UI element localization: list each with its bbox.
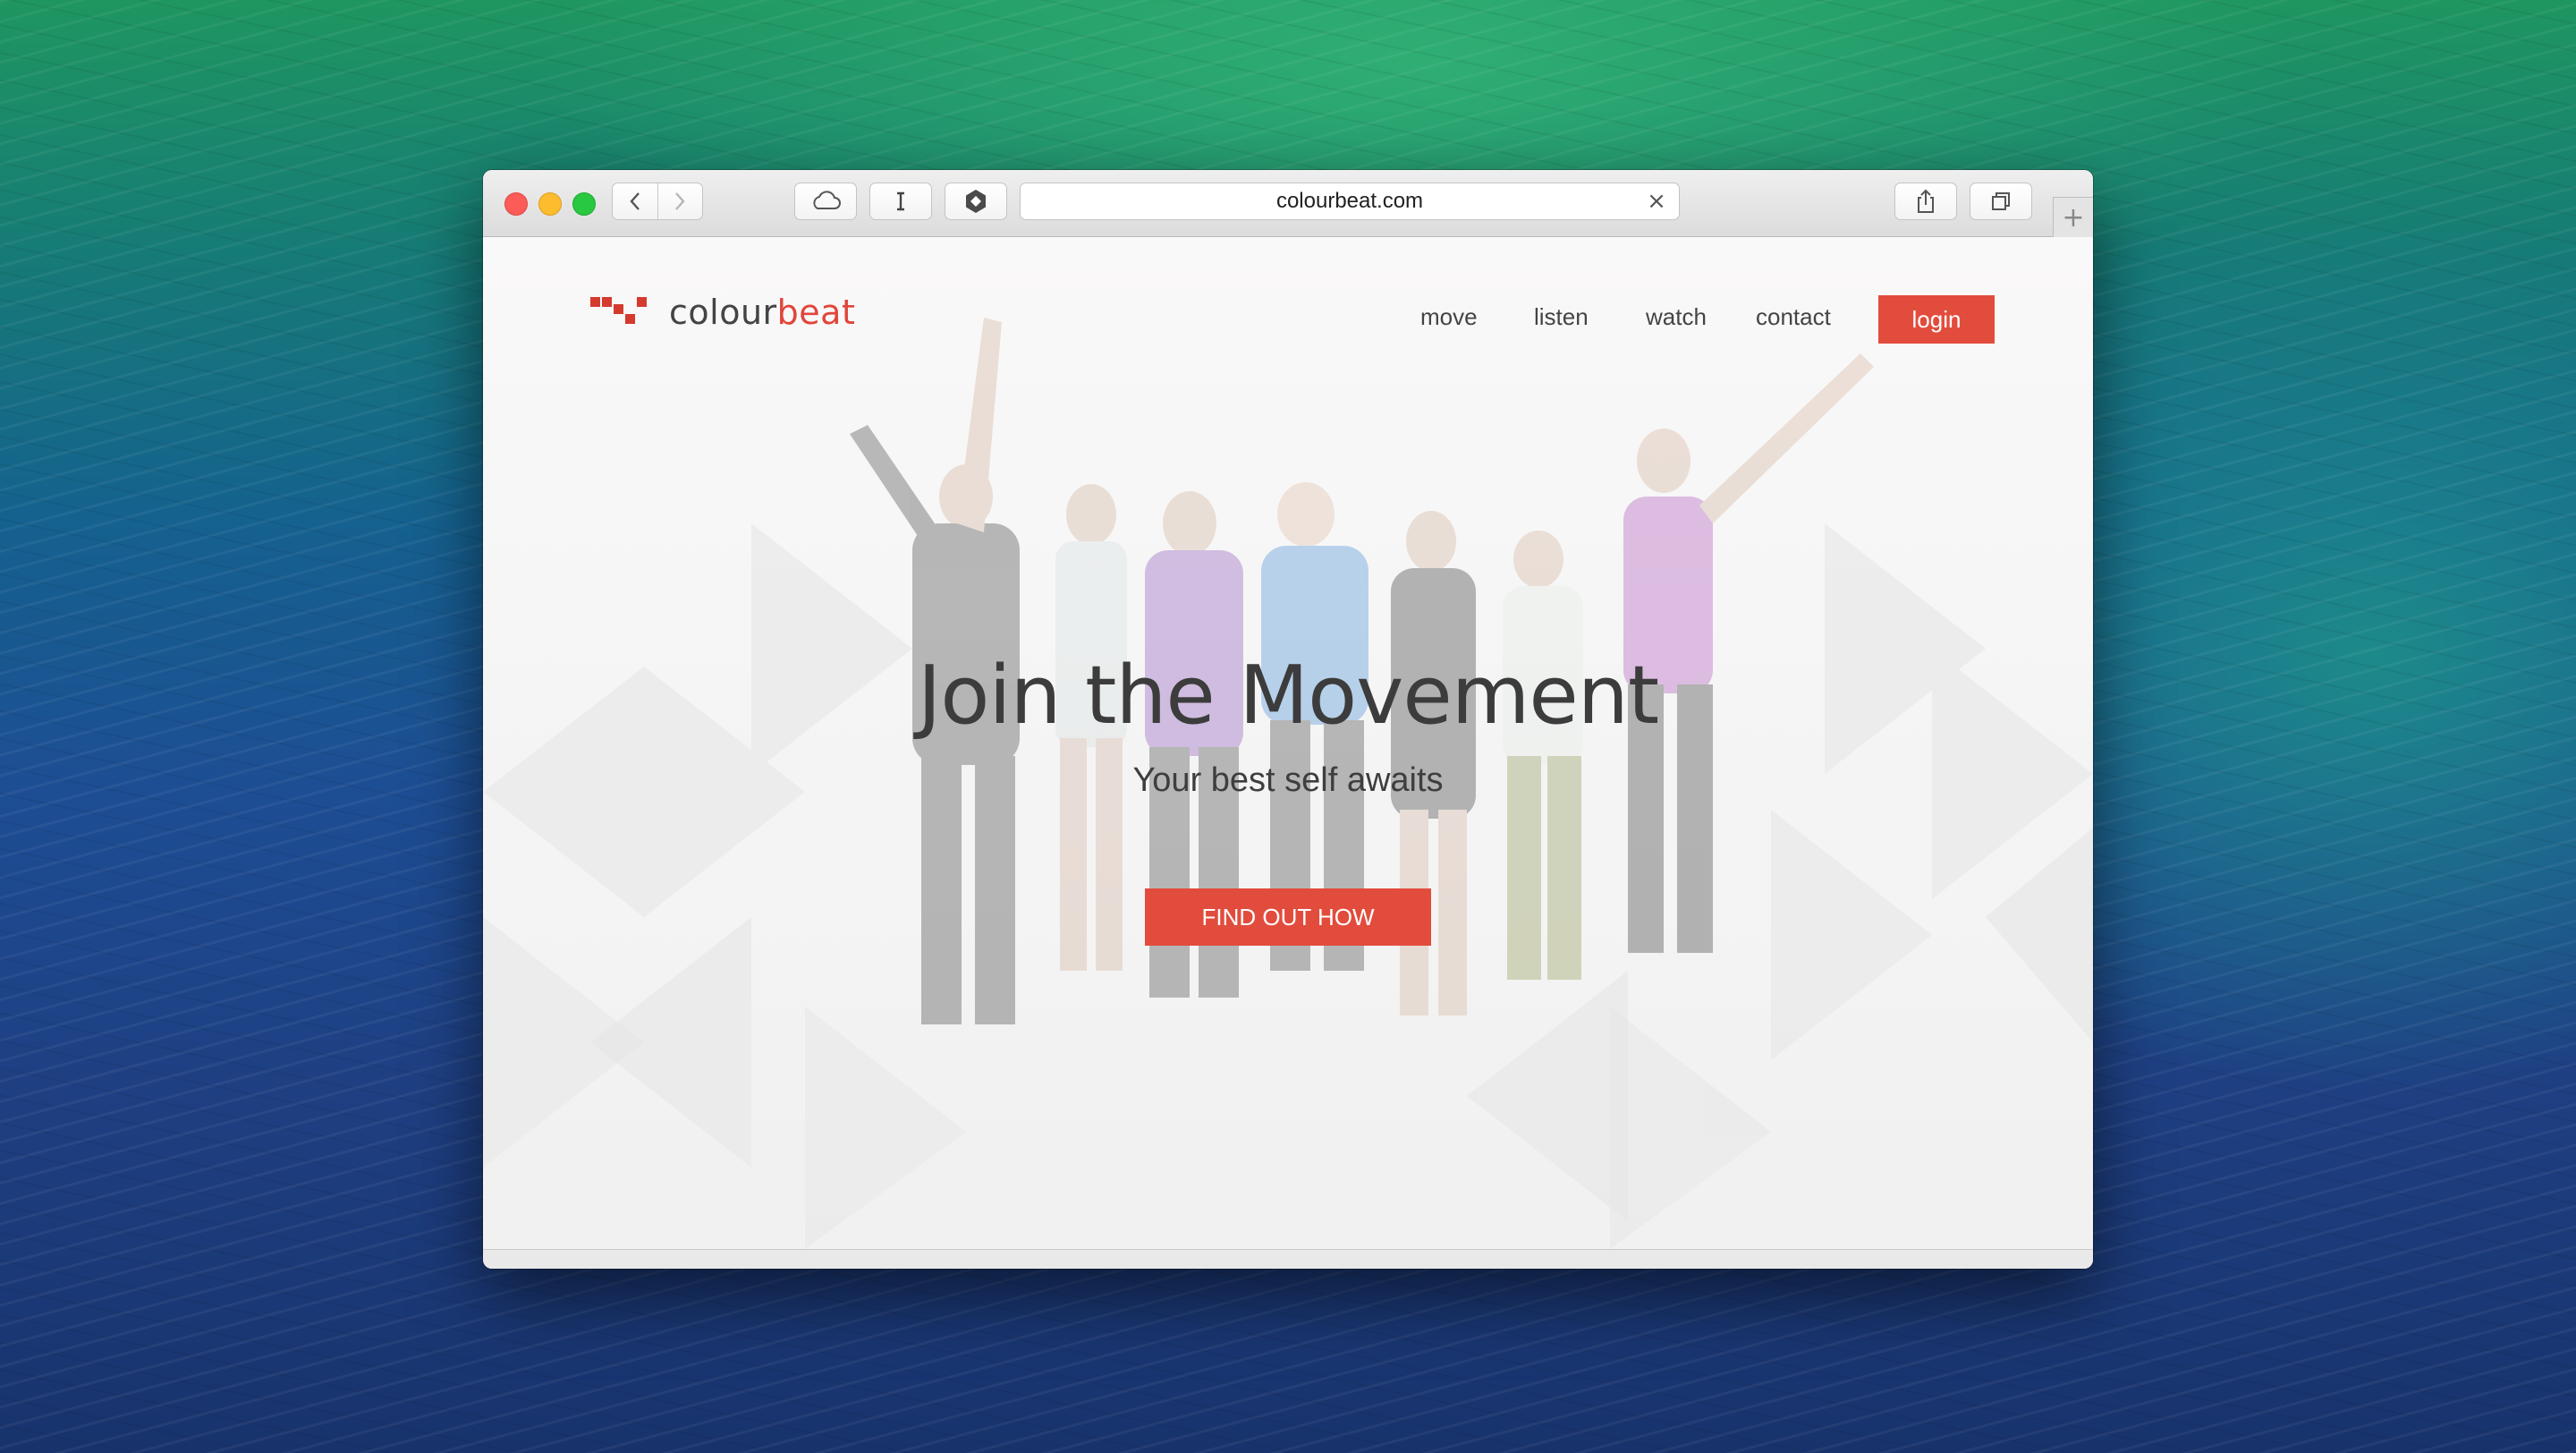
close-window-button[interactable] (504, 192, 528, 216)
forward-button[interactable] (657, 183, 703, 219)
browser-toolbar: colourbeat.com × + (483, 170, 2093, 237)
forward-arrow-icon (675, 192, 685, 210)
web-page: colourbeat move listen watch contact log… (483, 237, 2093, 1249)
show-all-tabs-button[interactable] (1970, 183, 2032, 220)
site-header: colourbeat move listen watch contact log… (483, 237, 2093, 362)
cloud-icon (813, 191, 841, 209)
find-out-how-button[interactable]: FIND OUT HOW (1145, 888, 1431, 946)
nav-contact[interactable]: contact (1756, 303, 1831, 331)
url-text: colourbeat.com (1275, 189, 1424, 213)
hero-headline: Join the Movement (917, 649, 1659, 743)
icloud-tabs-button[interactable] (794, 183, 857, 220)
nav-watch[interactable]: watch (1646, 303, 1707, 331)
site-logo[interactable]: colourbeat (590, 293, 855, 332)
new-tab-button[interactable]: + (2053, 197, 2093, 237)
nav-move[interactable]: move (1420, 303, 1478, 331)
zoom-window-button[interactable] (572, 192, 596, 216)
share-icon (1918, 189, 1934, 213)
status-bar (483, 1249, 2093, 1269)
back-arrow-icon (630, 192, 640, 210)
history-nav (612, 183, 703, 220)
extension-icon (966, 190, 986, 213)
browser-window: colourbeat.com × + colourbeat move liste… (483, 170, 2093, 1269)
minimize-window-button[interactable] (538, 192, 562, 216)
reader-button[interactable] (869, 183, 932, 220)
share-button[interactable] (1894, 183, 1957, 220)
back-button[interactable] (613, 183, 657, 219)
hero-background-image (483, 237, 2093, 1249)
colourbeat-logo-icon (590, 297, 647, 324)
tabs-icon (1992, 192, 2010, 210)
close-icon[interactable]: × (1647, 190, 1666, 213)
logo-prefix: colour (669, 293, 777, 332)
logo-suffix: beat (776, 293, 856, 332)
reader-icon (897, 191, 904, 211)
nav-listen[interactable]: listen (1534, 303, 1589, 331)
address-bar[interactable]: colourbeat.com × (1020, 183, 1680, 220)
login-button[interactable]: login (1878, 295, 1995, 344)
hero-subheadline: Your best self awaits (1132, 761, 1444, 799)
logo-wordmark: colourbeat (669, 293, 855, 332)
extension-button[interactable] (945, 183, 1007, 220)
